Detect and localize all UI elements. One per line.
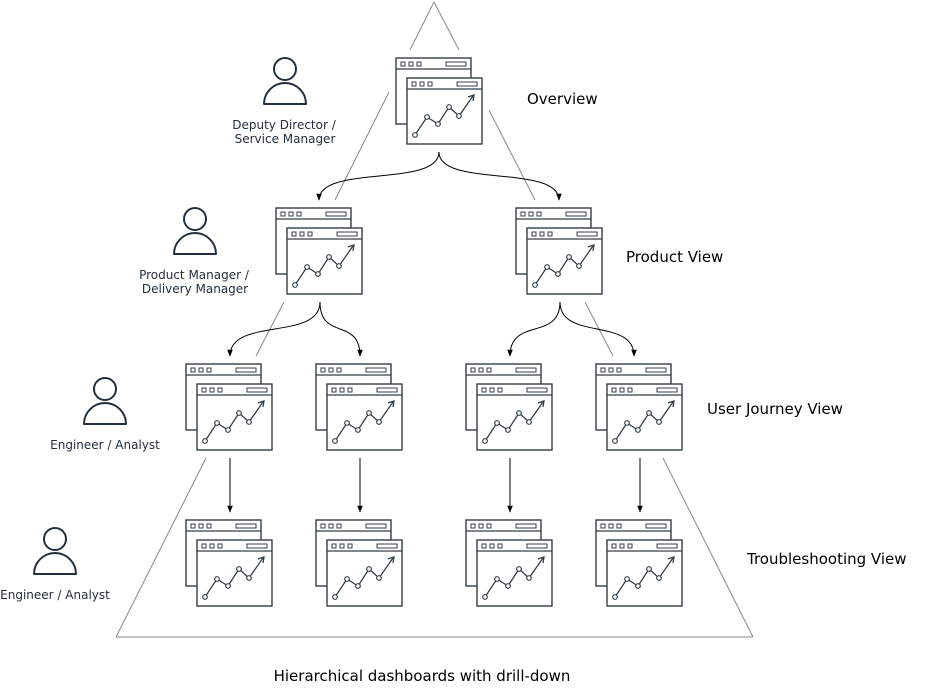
role-label-1b: Service Manager (235, 132, 336, 146)
dashboard-icon (315, 363, 403, 451)
dashboard-icon (315, 519, 403, 607)
level-label-troubleshooting: Troubleshooting View (746, 550, 907, 568)
role-label-2b: Delivery Manager (142, 282, 248, 296)
level-label-product: Product View (626, 248, 723, 266)
dashboard-icon (185, 363, 273, 451)
role-label-1: Deputy Director / (232, 118, 336, 132)
person-icon (263, 57, 307, 105)
role-label-2: Product Manager / (139, 268, 250, 282)
person-icon (173, 207, 217, 255)
diagram-caption: Hierarchical dashboards with drill-down (274, 667, 571, 685)
dashboard-icon (595, 519, 683, 607)
drill-down-arrow (319, 301, 363, 357)
dashboard-icon (465, 363, 553, 451)
hierarchy-diagram: Overview Product View User Journey View … (0, 1, 907, 685)
level-label-user-journey: User Journey View (707, 400, 843, 418)
drill-down-arrow (507, 301, 561, 357)
dashboard-icon (595, 363, 683, 451)
drill-down-arrow (316, 151, 440, 201)
dashboard-icon (185, 519, 273, 607)
person-icon (33, 527, 77, 575)
drill-down-arrows (227, 151, 643, 513)
drill-down-arrow (559, 301, 637, 357)
dashboard-icon (515, 207, 603, 295)
drill-down-arrow (438, 151, 562, 201)
role-label-4: Engineer / Analyst (0, 588, 110, 602)
level-label-overview: Overview (527, 90, 598, 108)
dashboard-icon (395, 57, 483, 145)
person-icon (83, 377, 127, 425)
role-label-3: Engineer / Analyst (50, 438, 160, 452)
dashboard-icon (465, 519, 553, 607)
dashboard-icon (275, 207, 363, 295)
drill-down-arrow (227, 301, 321, 357)
